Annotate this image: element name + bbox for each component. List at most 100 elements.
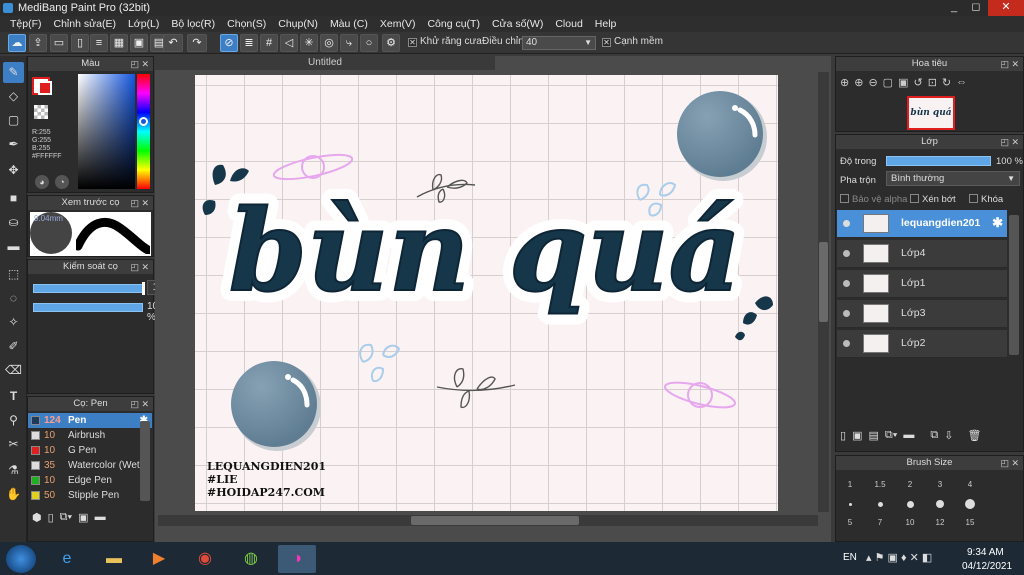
chrome-icon[interactable]: ◉ bbox=[186, 545, 224, 573]
add-brush-icon[interactable]: ⬢ bbox=[32, 511, 42, 529]
vertical-scrollbar[interactable] bbox=[818, 72, 829, 512]
brush-size-15[interactable]: 15 bbox=[956, 518, 984, 527]
hand-tool-icon[interactable]: ✋ bbox=[3, 484, 24, 505]
redo-icon[interactable]: ↷ bbox=[187, 34, 207, 52]
menu-edit[interactable]: Chỉnh sửa(E) bbox=[48, 16, 122, 32]
text-tool-icon[interactable]: T bbox=[3, 386, 24, 407]
brush-size-1[interactable]: 1 bbox=[836, 480, 864, 489]
horizontal-scroll-thumb[interactable] bbox=[411, 516, 579, 525]
hue-handle[interactable] bbox=[139, 117, 148, 126]
maximize-button[interactable]: ◻ bbox=[962, 0, 990, 16]
brush-size-2[interactable]: 2 bbox=[896, 480, 924, 489]
parallel-snap-icon[interactable]: ≣ bbox=[240, 34, 258, 52]
zoom-fit-icon[interactable]: ⊕ bbox=[840, 76, 849, 92]
brush-size-slider[interactable] bbox=[33, 284, 143, 293]
vanishing-snap-icon[interactable]: ◁ bbox=[280, 34, 298, 52]
new-layer-icon[interactable]: ▯ bbox=[840, 429, 846, 447]
navigator-thumbnail[interactable]: bùn quá bbox=[907, 96, 955, 130]
new-8bit-layer-icon[interactable]: ▤ bbox=[868, 429, 878, 447]
copy-brush-icon[interactable]: ⧉▾ bbox=[60, 511, 72, 529]
vertical-scroll-thumb[interactable] bbox=[819, 242, 828, 322]
magic-wand-icon[interactable]: ✧ bbox=[3, 312, 24, 333]
undo-icon[interactable]: ↶ bbox=[163, 34, 183, 52]
eraser-tool-icon[interactable]: ◇ bbox=[3, 86, 24, 107]
new-brush-icon[interactable]: ▯ bbox=[48, 511, 54, 529]
divide-tool-icon[interactable]: ✂ bbox=[3, 434, 24, 455]
brush-item[interactable]: 124Pen✱ bbox=[28, 413, 152, 428]
delete-layer-icon[interactable]: 🗑 bbox=[967, 429, 981, 447]
menu-view[interactable]: Xem(V) bbox=[374, 16, 422, 32]
menu-filter[interactable]: Bộ lọc(R) bbox=[165, 16, 221, 32]
image-icon[interactable]: ▣ bbox=[130, 34, 148, 52]
settings-icon[interactable]: ⚙ bbox=[382, 34, 400, 52]
layer-opacity-slider[interactable] bbox=[886, 156, 991, 166]
alpha-protect-toggle[interactable]: Bảo vệ alpha bbox=[840, 194, 907, 205]
menu-file[interactable]: Tệp(F) bbox=[4, 16, 48, 32]
zoom-in-icon[interactable]: ⊕ bbox=[854, 76, 863, 92]
start-button[interactable] bbox=[6, 545, 36, 573]
move-tool-icon[interactable]: ✥ bbox=[3, 160, 24, 181]
ellipse-snap-icon[interactable]: ○ bbox=[360, 34, 378, 52]
operation-tool-icon[interactable]: ⚲ bbox=[3, 410, 24, 431]
new-halftone-layer-icon[interactable]: ▣ bbox=[852, 429, 862, 447]
clipping-toggle[interactable]: Xén bớt bbox=[910, 194, 956, 205]
layer-row-lop2[interactable]: Lớp2 bbox=[837, 330, 1007, 358]
gradient-tool-icon[interactable]: ▬ bbox=[3, 236, 24, 257]
reset-icon[interactable]: ⊡ bbox=[928, 76, 937, 92]
document-tab[interactable]: Untitled bbox=[155, 56, 495, 70]
layer-folder-icon[interactable]: ▬ bbox=[903, 429, 914, 447]
brush-item[interactable]: 10 Airbrush bbox=[28, 428, 152, 443]
menu-color[interactable]: Màu (C) bbox=[324, 16, 374, 32]
brush-item[interactable]: 10 G Pen bbox=[28, 443, 152, 458]
brush-tool-icon[interactable]: ✎ bbox=[3, 62, 24, 83]
brush-size-7[interactable]: 7 bbox=[866, 518, 894, 527]
menu-layer[interactable]: Lớp(L) bbox=[122, 16, 165, 32]
brush-props-icon[interactable]: ▣ bbox=[78, 511, 88, 529]
blend-mode-select[interactable]: Bình thường ▼ bbox=[886, 171, 1020, 186]
lock-toggle[interactable]: Khóa bbox=[969, 194, 1003, 205]
menu-snap[interactable]: Chụp(N) bbox=[272, 16, 324, 32]
lasso-tool-icon[interactable]: ◌ bbox=[3, 288, 24, 309]
eyedropper-icon[interactable]: ⚗ bbox=[3, 460, 24, 481]
menu-cloud[interactable]: Cloud bbox=[549, 16, 588, 32]
zoom-out-icon[interactable]: ⊖ bbox=[868, 76, 877, 92]
brush-size-5[interactable]: 5 bbox=[836, 518, 864, 527]
antialias-toggle[interactable]: ✕ Khử răng cưa bbox=[408, 36, 482, 47]
rotate-right-icon[interactable]: ↻ bbox=[942, 76, 951, 92]
color-history-icon[interactable]: ◔ bbox=[55, 175, 69, 189]
share-icon[interactable]: ⇪ bbox=[29, 34, 47, 52]
brush-size-3[interactable]: 3 bbox=[926, 480, 954, 489]
brush-size-10[interactable]: 10 bbox=[896, 518, 924, 527]
brush-item[interactable]: 10 Edge Pen bbox=[28, 473, 152, 488]
menu-help[interactable]: Help bbox=[589, 16, 623, 32]
curve-snap-icon[interactable]: ⤷ bbox=[340, 34, 358, 52]
language-indicator[interactable]: EN bbox=[843, 552, 857, 563]
dot-tool-icon[interactable]: ▢ bbox=[3, 110, 24, 131]
transparent-swatch[interactable] bbox=[34, 105, 48, 119]
circle-snap-icon[interactable]: ◎ bbox=[320, 34, 338, 52]
layer-row-lop3[interactable]: Lớp3 bbox=[837, 300, 1007, 328]
hue-slider[interactable] bbox=[137, 74, 150, 189]
layer-list-scrollbar[interactable] bbox=[1009, 215, 1019, 355]
menu-tools[interactable]: Công cụ(T) bbox=[421, 16, 486, 32]
palette-icon[interactable]: ◕ bbox=[35, 175, 49, 189]
brush-size-12[interactable]: 12 bbox=[926, 518, 954, 527]
app-icon-green[interactable]: ◍ bbox=[232, 545, 270, 573]
no-snap-icon[interactable]: ⊘ bbox=[220, 34, 238, 52]
color-picker-area[interactable] bbox=[78, 74, 135, 189]
cloud-icon[interactable]: ☁ bbox=[8, 34, 26, 52]
ie-icon[interactable]: e bbox=[48, 545, 86, 573]
blur-tool-icon[interactable]: ✒ bbox=[3, 134, 24, 155]
tablet-icon[interactable]: ▯ bbox=[71, 34, 89, 52]
layer-row-lop4[interactable]: Lớp4 bbox=[837, 240, 1007, 268]
adjust-field[interactable]: 40 ▼ bbox=[522, 36, 596, 50]
tray-icons[interactable]: ▴ ⚑ ▣ ♦ ✕ ◧ bbox=[866, 551, 932, 564]
brush-size-handle[interactable] bbox=[142, 282, 145, 295]
clock-date[interactable]: 04/12/2021 bbox=[962, 561, 1012, 572]
brush-list-scrollbar[interactable] bbox=[140, 421, 150, 501]
flip-icon[interactable]: ⇔ bbox=[956, 76, 967, 92]
rotate-left-icon[interactable]: ↺ bbox=[913, 76, 922, 92]
cross-snap-icon[interactable]: # bbox=[260, 34, 278, 52]
layer-row-lop1[interactable]: Lớp1 bbox=[837, 270, 1007, 298]
radial-snap-icon[interactable]: ✳ bbox=[300, 34, 318, 52]
